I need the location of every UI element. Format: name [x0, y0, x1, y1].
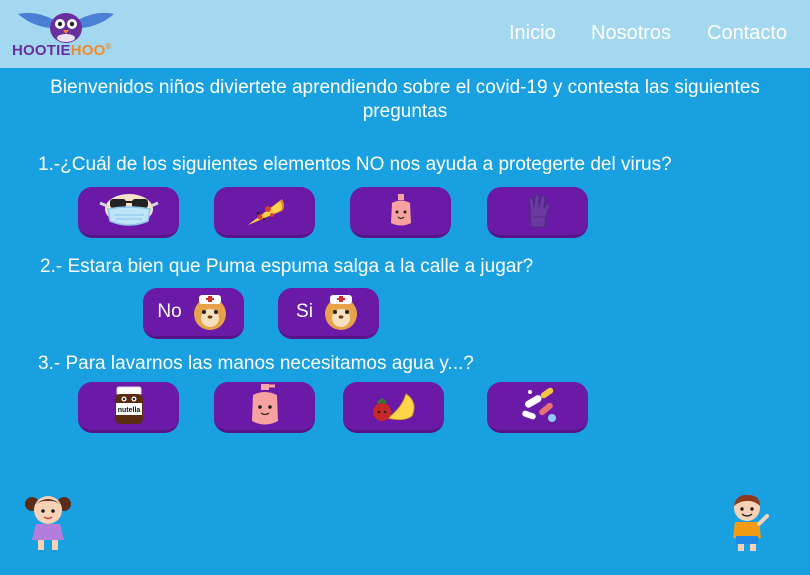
q1-option-mask-button[interactable] [78, 187, 179, 238]
glove-icon [527, 194, 550, 228]
q2-option-no-button[interactable]: No [143, 288, 244, 339]
logo-text-hoo: HOO [70, 42, 106, 59]
question-2-text: 2.- Estara bien que Puma espuma salga a … [40, 256, 534, 277]
nutella-jar-icon: nutella [114, 386, 143, 424]
pills-icon [521, 387, 556, 422]
logo-wordmark: HOOTIEHOO® [12, 42, 112, 59]
nav-link-inicio[interactable]: Inicio [509, 22, 556, 45]
puma-nurse-icon [324, 295, 357, 330]
q3-option-fruits-button[interactable] [343, 382, 444, 433]
q2-option-si-label: Si [296, 301, 313, 322]
soap-bottle-icon [390, 194, 411, 226]
face-mask-icon [98, 194, 159, 226]
pizza-icon [247, 199, 284, 225]
q1-option-soap-button[interactable] [350, 187, 451, 238]
top-navbar: HOOTIEHOO® Inicio Nosotros Contacto [0, 0, 810, 68]
intro-text: Bienvenidos niños diviertete aprendiendo… [50, 77, 760, 122]
soap-bottle-icon [251, 384, 278, 425]
q2-option-no-label: No [157, 301, 182, 322]
owl-logo-icon [18, 12, 114, 43]
hootiehoo-logo[interactable]: HOOTIEHOO® [10, 8, 120, 60]
girl-character-icon [25, 496, 71, 550]
q3-option-pills-button[interactable] [487, 382, 588, 433]
nav-link-nosotros[interactable]: Nosotros [591, 22, 671, 45]
question-3-text: 3.- Para lavarnos las manos necesitamos … [38, 353, 474, 374]
q3-option-nutella-button[interactable]: nutella [78, 382, 179, 433]
q1-option-pizza-button[interactable] [214, 187, 315, 238]
q3-option-soap-button[interactable] [214, 382, 315, 433]
q1-option-glove-button[interactable] [487, 187, 588, 238]
boy-character-icon [733, 494, 769, 551]
nutella-label-text: nutella [117, 407, 140, 414]
fruits-icon [372, 393, 414, 421]
question-1-text: 1.-¿Cuál de los siguientes elementos NO … [38, 154, 672, 175]
logo-text-hootie: HOOTIE [12, 42, 71, 59]
registered-mark: ® [105, 42, 112, 51]
nav-link-contacto[interactable]: Contacto [707, 22, 787, 45]
puma-nurse-icon [193, 295, 226, 330]
q2-option-si-button[interactable]: Si [278, 288, 379, 339]
